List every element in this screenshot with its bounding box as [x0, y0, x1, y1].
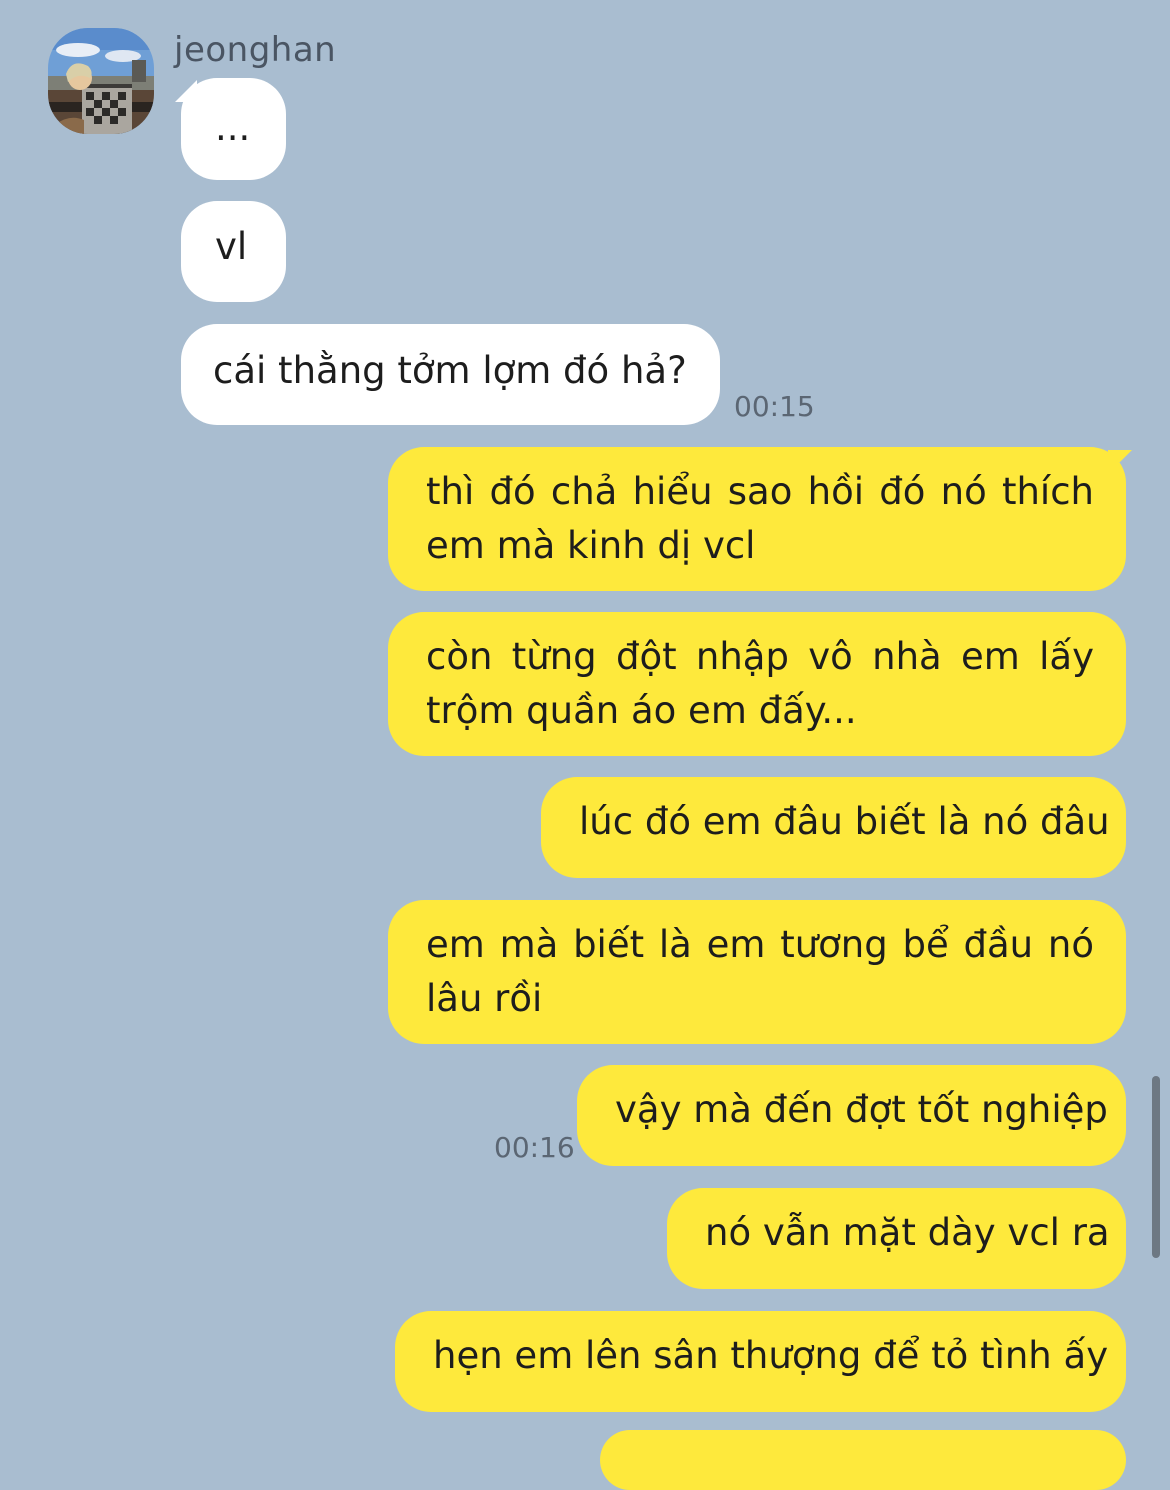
message-timestamp: 00:15 [734, 390, 815, 423]
message-timestamp: 00:16 [494, 1131, 575, 1164]
outgoing-message[interactable]: vậy mà đến đợt tốt nghiệp [577, 1065, 1126, 1166]
outgoing-message[interactable]: còn từng đột nhập vô nhà em lấy trộm quầ… [388, 612, 1126, 756]
outgoing-message[interactable]: nó vẫn mặt dày vcl ra [667, 1188, 1126, 1289]
incoming-message[interactable]: vl [181, 201, 286, 302]
scrollbar[interactable] [1152, 1076, 1160, 1258]
outgoing-message[interactable]: hẹn em lên sân thượng để tỏ tình ấy [395, 1311, 1126, 1412]
outgoing-message[interactable]: thì đó chả hiểu sao hồi đó nó thích em m… [388, 447, 1126, 591]
sender-avatar[interactable] [48, 28, 154, 134]
outgoing-message[interactable]: lúc đó em đâu biết là nó đâu [541, 777, 1126, 878]
incoming-message[interactable]: ... [181, 78, 286, 180]
chat-view[interactable]: jeonghan ... vl cái thằng tởm lợm đó hả?… [0, 0, 1170, 1490]
incoming-message[interactable]: cái thằng tởm lợm đó hả? [181, 324, 720, 425]
avatar-photo [48, 28, 154, 134]
outgoing-message[interactable]: em mà biết là em tương bể đầu nó lâu rồi [388, 900, 1126, 1044]
outgoing-message-partial[interactable] [600, 1430, 1126, 1490]
sender-name: jeonghan [174, 30, 337, 70]
